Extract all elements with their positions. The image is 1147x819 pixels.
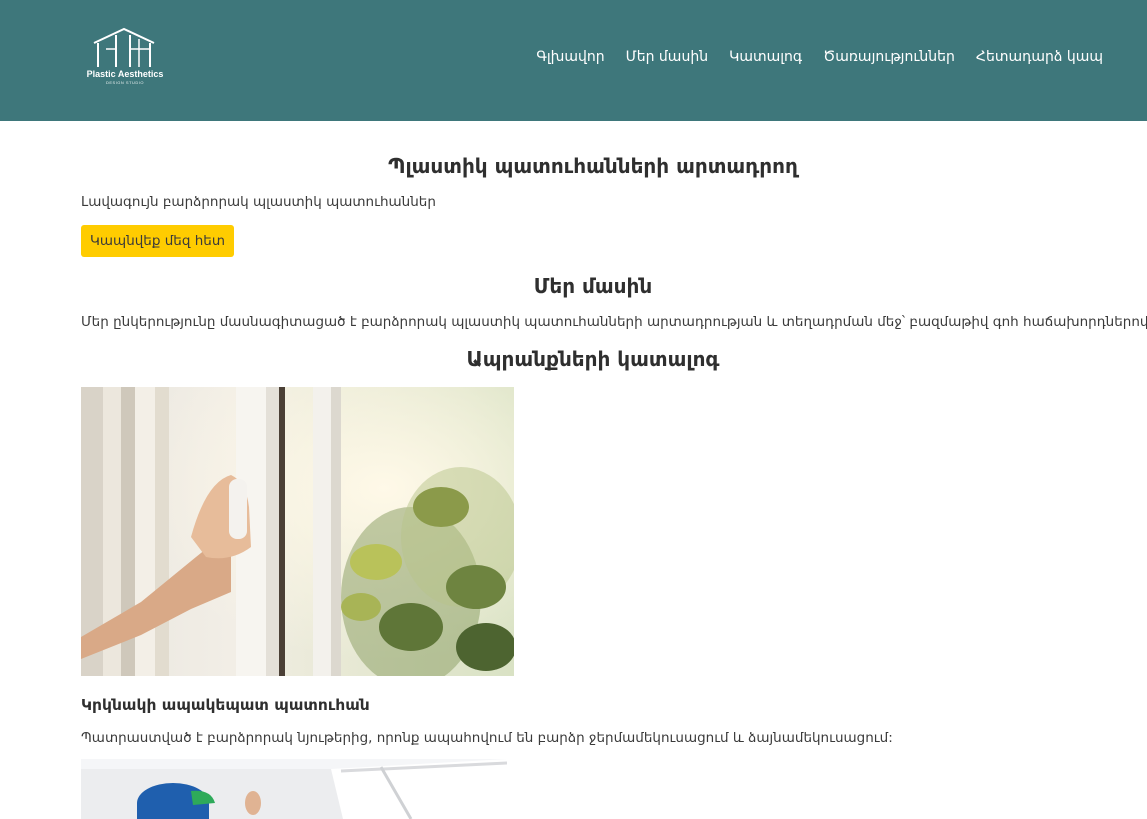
nav-item-services[interactable]: Ծառայություններ [823,49,955,65]
about-text: Մեր ընկերությունը մասնագիտացած է բարձրոր… [81,314,1147,330]
house-logo-icon [93,27,155,67]
contact-us-button[interactable]: Կապնվեք մեզ հետ [81,225,234,257]
logo-tagline: DESIGN STUDIO [105,80,145,85]
catalog-title: Ապրանքների կատալոգ [466,347,720,371]
nav-item-home[interactable]: Գլխավոր [536,49,604,65]
hero-title: Պլաստիկ պատուհանների արտադրող [388,154,798,178]
logo[interactable]: Plastic Aesthetics DESIGN STUDIO [84,27,166,87]
about-title: Մեր մասին [533,274,653,298]
product-image[interactable] [81,387,514,676]
nav-item-catalog[interactable]: Կատալոգ [729,49,802,65]
nav-item-contact[interactable]: Հետադարձ կապ [976,49,1103,65]
logo-name: Plastic Aesthetics [86,69,164,79]
installer-photo [81,759,507,819]
product-name: Կրկնակի ապակեպատ պատուհան [81,696,370,714]
site-header: Plastic Aesthetics DESIGN STUDIO Գլխավոր… [0,0,1147,121]
product-image-2[interactable] [81,759,507,819]
main-nav: Գլխավոր Մեր մասին Կատալոգ Ծառայություննե… [515,49,1103,65]
nav-item-about[interactable]: Մեր մասին [626,49,708,65]
hero-subtitle: Լավագույն բարձրորակ պլաստիկ պատուհաններ [81,194,436,210]
window-photo [81,387,514,676]
product-description: Պատրաստված է բարձրորակ նյութերից, որոնք … [81,730,893,746]
